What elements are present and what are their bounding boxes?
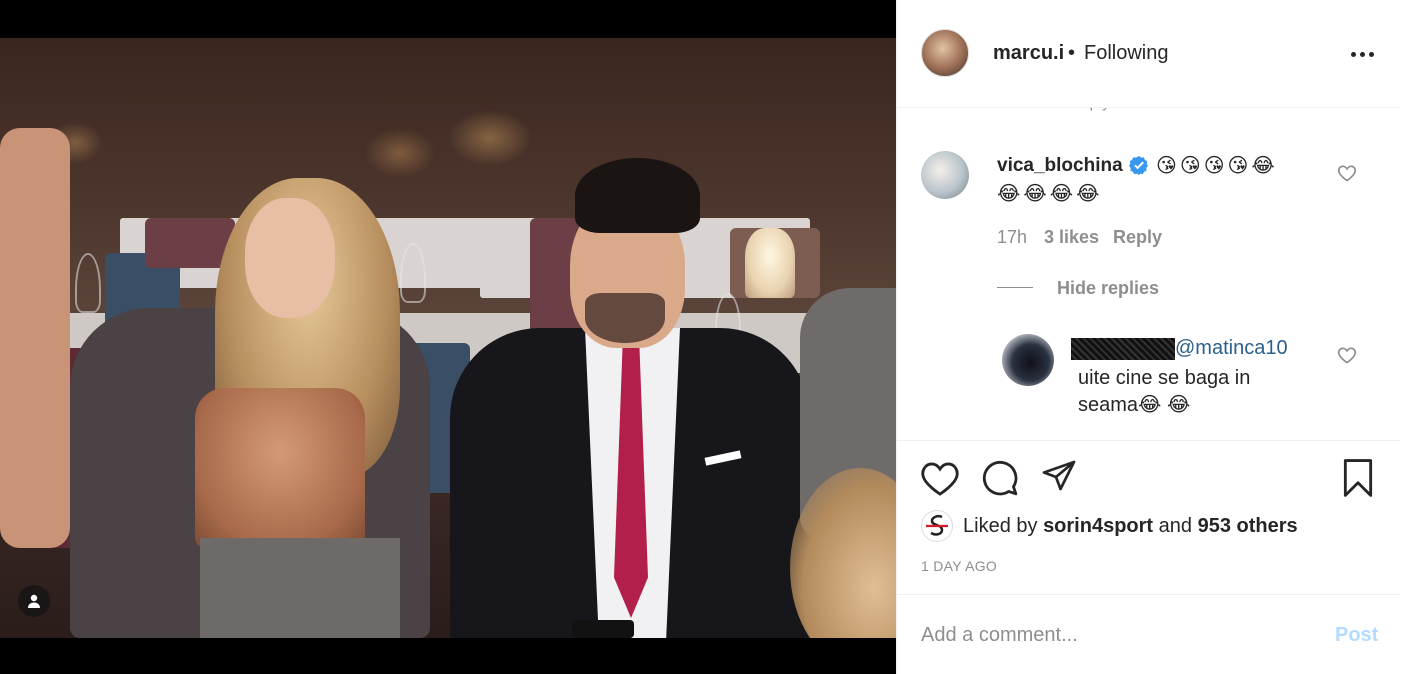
man-beard <box>585 293 665 343</box>
author-username[interactable]: marcu.i <box>993 42 1064 65</box>
more-options-button[interactable] <box>1351 44 1375 64</box>
comment-likes[interactable]: 3 likes <box>1044 227 1099 248</box>
post-side-panel: marcu.i • Following 1d 3 likes Reply vic… <box>896 0 1401 674</box>
more-dot-icon <box>1369 51 1374 57</box>
more-dot-icon <box>1351 51 1356 57</box>
following-button[interactable]: Following <box>1084 42 1168 65</box>
woman-skirt <box>200 538 400 638</box>
like-comment-heart-icon[interactable] <box>1337 163 1357 183</box>
post-comment-button[interactable]: Post <box>1335 624 1378 647</box>
comment-bubble-icon[interactable] <box>981 459 1019 497</box>
commenter-username[interactable]: vica_blochina <box>997 155 1123 177</box>
add-comment-section: Post <box>897 594 1400 674</box>
comment-input[interactable] <box>921 624 1321 647</box>
censored-username <box>1071 338 1175 360</box>
liker-avatar[interactable] <box>921 510 953 542</box>
post-date[interactable]: 1 DAY AGO <box>921 558 997 574</box>
comment-text: 😂😂😂😂 <box>997 183 1103 205</box>
replies-divider <box>997 287 1033 288</box>
phone-on-table <box>572 620 634 638</box>
liked-by-summary: Liked by sorin4sport and 953 others <box>963 515 1298 538</box>
woman-top <box>195 388 365 548</box>
like-heart-icon[interactable] <box>921 461 959 497</box>
comment-text: 😘😘😘😘😂 <box>1156 155 1278 177</box>
like-reply-heart-icon[interactable] <box>1337 345 1357 365</box>
author-avatar[interactable] <box>921 29 969 77</box>
liked-by-others[interactable]: 953 others <box>1198 515 1298 537</box>
header-separator: • <box>1068 42 1076 64</box>
commenter-avatar[interactable] <box>921 151 969 199</box>
liked-by-connector: and <box>1158 515 1193 537</box>
reply-avatar[interactable] <box>1002 334 1054 386</box>
liked-by-user[interactable]: sorin4sport <box>1043 515 1153 537</box>
person-arm <box>0 128 70 548</box>
save-bookmark-icon[interactable] <box>1341 459 1375 497</box>
man-hair <box>575 158 700 233</box>
reply-button[interactable]: Reply <box>1113 227 1162 248</box>
post-media-pane <box>0 0 896 674</box>
user-icon <box>28 594 40 608</box>
sport-logo-icon <box>926 514 948 536</box>
more-dot-icon <box>1360 51 1365 57</box>
comment-timestamp[interactable]: 17h <box>997 227 1027 248</box>
mention-link[interactable]: @matinca10 <box>1175 337 1288 360</box>
table-lamp <box>745 228 795 298</box>
verified-badge-icon <box>1129 156 1148 175</box>
share-send-icon[interactable] <box>1041 459 1077 495</box>
liked-by-prefix: Liked by <box>963 515 1038 537</box>
post-header: marcu.i • Following <box>897 0 1400 108</box>
wine-glass <box>75 253 101 313</box>
hide-replies-button[interactable]: Hide replies <box>1057 278 1159 299</box>
reply-text: uite cine se baga in seama😂 😂 <box>1078 367 1251 416</box>
post-photo[interactable] <box>0 38 896 638</box>
tagged-users-button[interactable] <box>18 585 50 617</box>
post-actions <box>897 440 1400 497</box>
woman-face <box>245 198 335 318</box>
